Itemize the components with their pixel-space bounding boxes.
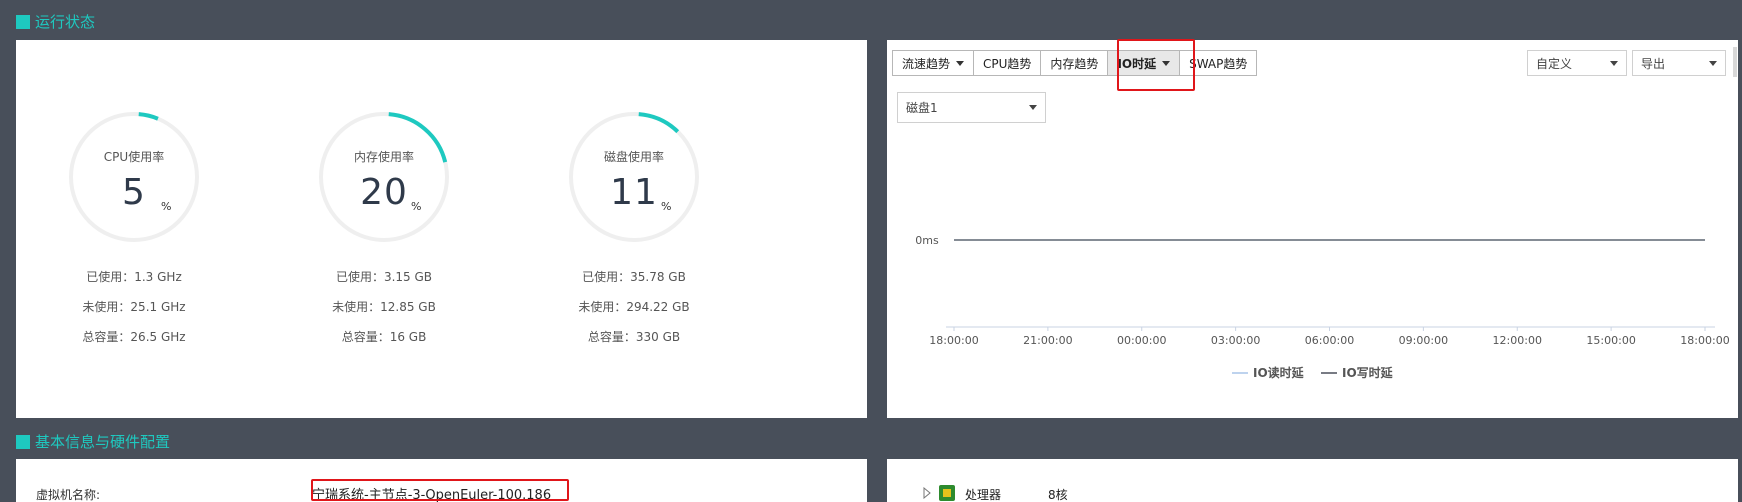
disk-gauge-value: 11	[610, 172, 658, 213]
chevron-down-icon	[1709, 60, 1717, 66]
disk-used: 已使用：35.78 GB	[582, 270, 686, 284]
cpu-gauge-unit: %	[161, 200, 172, 213]
disk-select[interactable]: 磁盘1	[897, 92, 1046, 123]
cpu-stats: 已使用：1.3 GHz 未使用：25.1 GHz 总容量：26.5 GHz	[44, 269, 224, 359]
disk-unused: 未使用：294.22 GB	[578, 300, 690, 314]
legend-label: IO读时延	[1253, 365, 1305, 380]
x-tick-label: 06:00:00	[1305, 334, 1354, 347]
legend-label: IO写时延	[1342, 365, 1394, 380]
cpu-unused: 未使用：25.1 GHz	[82, 300, 186, 314]
disk-gauge-label: 磁盘使用率	[603, 150, 664, 164]
tab-flow-trend[interactable]: 流速趋势	[892, 50, 975, 76]
tab-flow-trend-label: 流速趋势	[902, 56, 951, 71]
cpu-used: 已使用：1.3 GHz	[86, 270, 182, 284]
section-marker-icon	[16, 14, 30, 29]
section-title-basic-text: 基本信息与硬件配置	[35, 433, 171, 451]
disk-stats: 已使用：35.78 GB 未使用：294.22 GB 总容量：330 GB	[544, 269, 724, 359]
x-tick-label: 09:00:00	[1399, 334, 1448, 347]
export-select-value: 导出	[1641, 56, 1666, 71]
hardware-panel: 处理器 8核	[887, 459, 1738, 502]
section-title-status: 运行状态	[16, 11, 95, 32]
memory-gauge-value: 20	[360, 172, 408, 213]
disk-gauge-unit: %	[661, 200, 672, 213]
scrollbar[interactable]	[1733, 47, 1737, 77]
section-title-basic: 基本信息与硬件配置	[16, 431, 170, 452]
x-tick-label: 12:00:00	[1493, 334, 1542, 347]
vm-name-label: 虚拟机名称:	[36, 488, 101, 502]
disk-usage-gauge: 磁盘使用率 11 %	[567, 110, 701, 244]
trend-tab-bar: 流速趋势 CPU趋势 内存趋势 IO时延 SWAP趋势	[892, 50, 1258, 76]
memory-used: 已使用：3.15 GB	[335, 270, 433, 284]
disk-total: 总容量：330 GB	[587, 330, 681, 344]
time-range-select[interactable]: 自定义	[1527, 50, 1627, 76]
x-tick-label: 15:00:00	[1586, 334, 1635, 347]
processor-label: 处理器	[965, 488, 1002, 502]
cpu-usage-gauge: CPU使用率 5 %	[67, 110, 201, 244]
x-tick-label: 00:00:00	[1117, 334, 1166, 347]
highlight-box-vm-name	[311, 479, 569, 501]
chevron-down-icon	[1029, 105, 1037, 110]
tab-memory-trend[interactable]: 内存趋势	[1040, 50, 1109, 76]
processor-icon	[939, 485, 955, 501]
memory-gauge-unit: %	[411, 200, 422, 213]
cpu-total: 总容量：26.5 GHz	[82, 330, 186, 344]
section-title-status-text: 运行状态	[35, 13, 96, 31]
section-marker-icon	[16, 434, 30, 449]
expand-arrow-icon[interactable]	[923, 487, 931, 499]
cpu-gauge-value: 5	[122, 172, 146, 213]
io-latency-chart: 0ms 18:00:00 21:00:00 00:00:00 03:00:00 06:00…	[915, 234, 1729, 380]
memory-unused: 未使用：12.85 GB	[332, 300, 436, 314]
memory-stats: 已使用：3.15 GB 未使用：12.85 GB 总容量：16 GB	[294, 269, 474, 359]
export-select[interactable]: 导出	[1632, 50, 1726, 76]
resource-usage-panel: CPU使用率 5 % 已使用：1.3 GHz 未使用：25.1 GHz 总容量：…	[16, 40, 867, 418]
highlight-box-io-tab	[1117, 39, 1195, 91]
y-tick-label: 0ms	[915, 234, 939, 247]
tab-cpu-trend[interactable]: CPU趋势	[973, 50, 1042, 76]
memory-gauge-label: 内存使用率	[353, 150, 414, 164]
x-tick-label: 18:00:00	[929, 334, 978, 347]
basic-info-panel: 虚拟机名称: 宁瑞系统-主节点-3-OpenEuler-100.186	[16, 459, 867, 502]
disk-select-value: 磁盘1	[906, 101, 938, 115]
time-range-select-value: 自定义	[1536, 56, 1573, 71]
x-tick-label: 03:00:00	[1211, 334, 1260, 347]
cpu-gauge-label: CPU使用率	[103, 150, 165, 164]
chevron-down-icon	[956, 60, 965, 66]
chevron-down-icon	[1610, 60, 1618, 66]
memory-total: 总容量：16 GB	[341, 330, 427, 344]
memory-usage-gauge: 内存使用率 20 %	[317, 110, 451, 244]
x-tick-label: 21:00:00	[1023, 334, 1072, 347]
processor-value: 8核	[1048, 488, 1068, 502]
x-tick-label: 18:00:00	[1680, 334, 1729, 347]
